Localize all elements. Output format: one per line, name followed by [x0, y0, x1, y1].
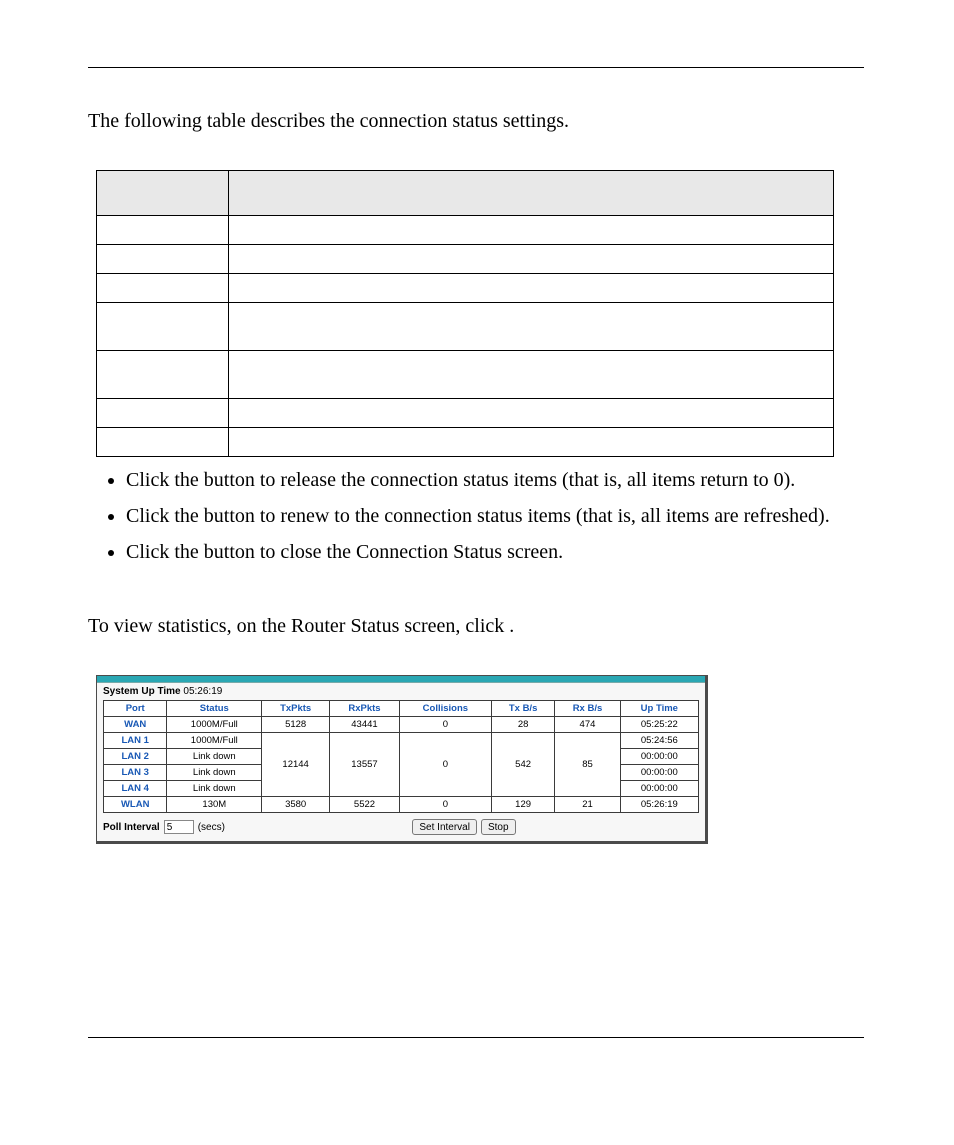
uptime-label: System Up Time [103, 686, 181, 697]
cell-txb: 542 [491, 733, 554, 797]
table-header-row [97, 171, 834, 216]
cell-port: WAN [104, 717, 167, 733]
cell-status: 130M [167, 797, 262, 813]
cell-port: LAN 1 [104, 733, 167, 749]
table-row [97, 303, 834, 351]
rule-top [88, 67, 864, 68]
stats-intro-post: . [509, 615, 514, 637]
bullet-text: Click the [126, 505, 204, 527]
table-row [97, 399, 834, 428]
cell-col: 0 [399, 717, 491, 733]
cell-col: 0 [399, 733, 491, 797]
cell-up: 05:25:22 [620, 717, 698, 733]
table-row [97, 245, 834, 274]
th-uptime: Up Time [620, 701, 698, 717]
cell-txb: 129 [491, 797, 554, 813]
cell-up: 00:00:00 [620, 749, 698, 765]
cell-port: WLAN [104, 797, 167, 813]
cell-port: LAN 4 [104, 781, 167, 797]
cell-tx: 3580 [262, 797, 330, 813]
bullet-text: button to release the connection status … [204, 469, 796, 491]
poll-unit: (secs) [198, 822, 225, 833]
table-row: LAN 1 1000M/Full 12144 13557 0 542 85 05… [104, 733, 699, 749]
stop-button[interactable]: Stop [481, 819, 516, 835]
rule-bottom [88, 1037, 864, 1038]
bullet-text: button to renew to the connection status… [204, 505, 830, 527]
cell-up: 00:00:00 [620, 781, 698, 797]
th-collisions: Collisions [399, 701, 491, 717]
cell-status: Link down [167, 765, 262, 781]
cell-port: LAN 2 [104, 749, 167, 765]
bullet-text: Click the [126, 541, 204, 563]
cell-rxb: 85 [555, 733, 620, 797]
cell-col: 0 [399, 797, 491, 813]
intro-text: The following table describes the connec… [88, 108, 864, 134]
th-txpkts: TxPkts [262, 701, 330, 717]
statistics-screenshot: System Up Time 05:26:19 Port Status TxPk… [96, 675, 708, 844]
cell-up: 05:26:19 [620, 797, 698, 813]
cell-rx: 5522 [330, 797, 400, 813]
table-row [97, 216, 834, 245]
cell-rxb: 474 [555, 717, 620, 733]
cell-txb: 28 [491, 717, 554, 733]
bullet-text: Click the [126, 469, 204, 491]
table-row: WAN 1000M/Full 5128 43441 0 28 474 05:25… [104, 717, 699, 733]
cell-status: Link down [167, 749, 262, 765]
bullet-text: button to close the Connection Status sc… [204, 541, 563, 563]
list-item: Click the button to renew to the connect… [126, 503, 864, 529]
cell-status: Link down [167, 781, 262, 797]
stats-header-row: Port Status TxPkts RxPkts Collisions Tx … [104, 701, 699, 717]
poll-label: Poll Interval [103, 822, 160, 833]
cell-rx: 43441 [330, 717, 400, 733]
th-port: Port [104, 701, 167, 717]
stats-intro: To view statistics, on the Router Status… [88, 613, 864, 639]
cell-up: 00:00:00 [620, 765, 698, 781]
statistics-table: Port Status TxPkts RxPkts Collisions Tx … [103, 700, 699, 813]
uptime-value: 05:26:19 [183, 686, 222, 697]
system-uptime: System Up Time 05:26:19 [97, 683, 705, 700]
list-item: Click the button to release the connecti… [126, 467, 864, 493]
table-row: WLAN 130M 3580 5522 0 129 21 05:26:19 [104, 797, 699, 813]
settings-th-desc [229, 171, 833, 215]
settings-table [96, 170, 834, 457]
shot-topbar [97, 676, 705, 683]
stats-intro-pre: To view statistics, on the Router Status… [88, 615, 509, 637]
cell-status: 1000M/Full [167, 717, 262, 733]
cell-port: LAN 3 [104, 765, 167, 781]
cell-up: 05:24:56 [620, 733, 698, 749]
list-item: Click the button to close the Connection… [126, 539, 864, 565]
cell-tx: 12144 [262, 733, 330, 797]
table-row [97, 274, 834, 303]
th-txbs: Tx B/s [491, 701, 554, 717]
table-row [97, 428, 834, 457]
cell-rxb: 21 [555, 797, 620, 813]
cell-rx: 13557 [330, 733, 400, 797]
table-row [97, 351, 834, 399]
cell-tx: 5128 [262, 717, 330, 733]
th-status: Status [167, 701, 262, 717]
bullet-list: Click the button to release the connecti… [100, 467, 864, 565]
poll-interval-input[interactable] [164, 820, 194, 834]
th-rxbs: Rx B/s [555, 701, 620, 717]
th-rxpkts: RxPkts [330, 701, 400, 717]
set-interval-button[interactable]: Set Interval [412, 819, 477, 835]
poll-controls: Poll Interval (secs) Set Interval Stop [97, 817, 705, 841]
settings-th-item [97, 171, 228, 215]
cell-status: 1000M/Full [167, 733, 262, 749]
